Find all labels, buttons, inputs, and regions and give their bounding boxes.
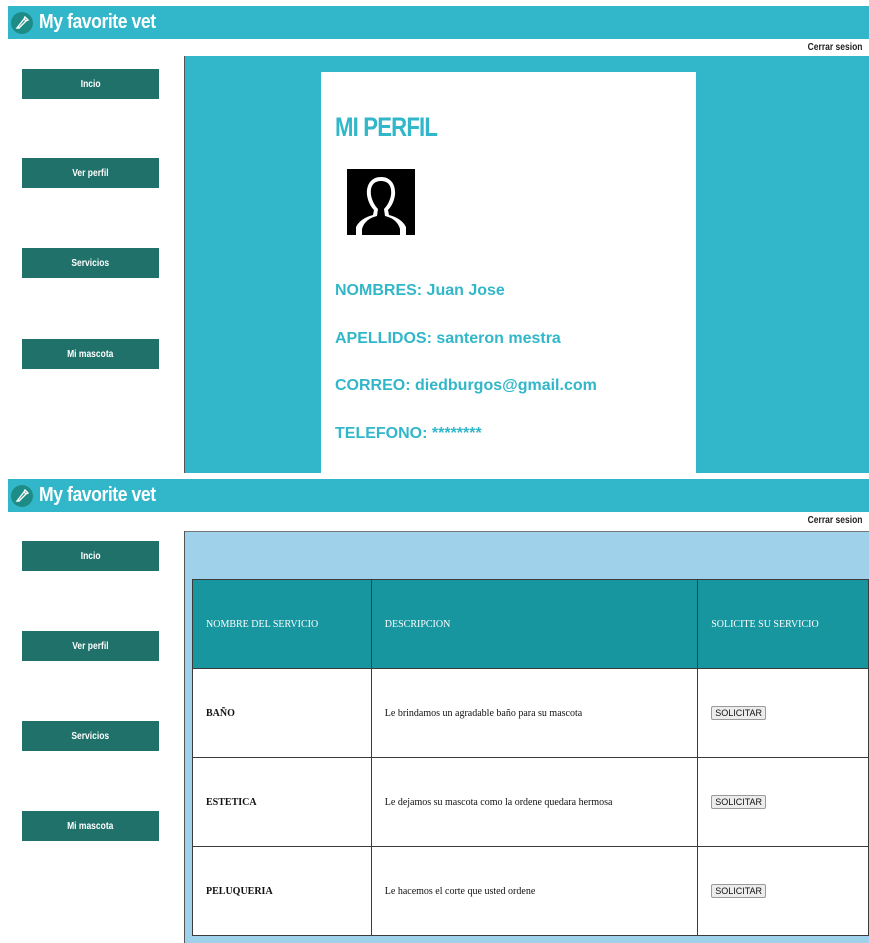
brand[interactable]: My favorite vet [8, 479, 172, 512]
pen-nib-icon [11, 11, 33, 34]
nav-label: Mi mascota [67, 820, 114, 832]
nav-ver-perfil-button[interactable]: Ver perfil [22, 158, 159, 188]
profile-apellidos: APELLIDOS: santeron mestra [335, 330, 561, 347]
logout-link[interactable]: Cerrar sesion [807, 515, 862, 526]
nav-inicio-button[interactable]: Incio [22, 69, 159, 99]
user-silhouette-icon [347, 169, 415, 240]
nav-label: Ver perfil [72, 167, 109, 179]
table-row: ESTETICA Le dejamos su mascota como la o… [192, 757, 869, 847]
service-description: Le dejamos su mascota como la ordene que… [370, 757, 699, 847]
profile-nombres: NOMBRES: Juan Jose [335, 282, 505, 299]
service-name: PELUQUERIA [192, 846, 372, 936]
nav-servicios-button[interactable]: Servicios [22, 248, 159, 278]
page-title: MI PERFIL [335, 112, 438, 142]
solicitar-button[interactable]: SOLICITAR [711, 795, 767, 809]
brand-title: My favorite vet [39, 484, 156, 506]
table-header-row: NOMBRE DEL SERVICIO DESCRIPCION SOLICITE… [192, 579, 869, 669]
nav-mi-mascota-button[interactable]: Mi mascota [22, 811, 159, 841]
service-description: Le hacemos el corte que usted ordene [370, 846, 699, 936]
service-action-cell: SOLICITAR [697, 668, 869, 758]
nav-label: Incio [80, 78, 101, 90]
pen-nib-icon [11, 484, 33, 507]
profile-card: MI PERFIL NOMBRES: Juan Jose APELLIDOS: … [321, 72, 696, 473]
nav-mi-mascota-button[interactable]: Mi mascota [22, 339, 159, 369]
nav-servicios-button[interactable]: Servicios [22, 721, 159, 751]
brand[interactable]: My favorite vet [8, 6, 172, 39]
header-bar: My favorite vet [8, 6, 869, 39]
service-description: Le brindamos un agradable baño para su m… [370, 668, 699, 758]
header-bar: My favorite vet [8, 479, 869, 512]
service-action-cell: SOLICITAR [697, 757, 869, 847]
column-header: NOMBRE DEL SERVICIO [192, 579, 372, 669]
table-row: BAÑO Le brindamos un agradable baño para… [192, 668, 869, 758]
services-table: NOMBRE DEL SERVICIO DESCRIPCION SOLICITE… [192, 579, 869, 936]
profile-screen: My favorite vet Cerrar sesion Incio Ver … [0, 0, 869, 473]
column-header: DESCRIPCION [370, 579, 699, 669]
service-name: BAÑO [192, 668, 372, 758]
services-screen: My favorite vet Cerrar sesion Incio Ver … [0, 473, 869, 943]
column-header: SOLICITE SU SERVICIO [697, 579, 869, 669]
solicitar-button[interactable]: SOLICITAR [711, 884, 767, 898]
table-row: PELUQUERIA Le hacemos el corte que usted… [192, 846, 869, 936]
profile-correo: CORREO: diedburgos@gmail.com [335, 377, 597, 394]
logout-link[interactable]: Cerrar sesion [807, 42, 862, 53]
nav-label: Servicios [71, 730, 110, 742]
nav-inicio-button[interactable]: Incio [22, 541, 159, 571]
nav-label: Mi mascota [67, 348, 114, 360]
nav-label: Servicios [71, 257, 110, 269]
service-action-cell: SOLICITAR [697, 846, 869, 936]
solicitar-button[interactable]: SOLICITAR [711, 706, 767, 720]
brand-title: My favorite vet [39, 11, 156, 33]
profile-telefono: TELEFONO: ******** [335, 425, 482, 442]
nav-ver-perfil-button[interactable]: Ver perfil [22, 631, 159, 661]
nav-label: Incio [80, 550, 101, 562]
nav-label: Ver perfil [72, 640, 109, 652]
service-name: ESTETICA [192, 757, 372, 847]
